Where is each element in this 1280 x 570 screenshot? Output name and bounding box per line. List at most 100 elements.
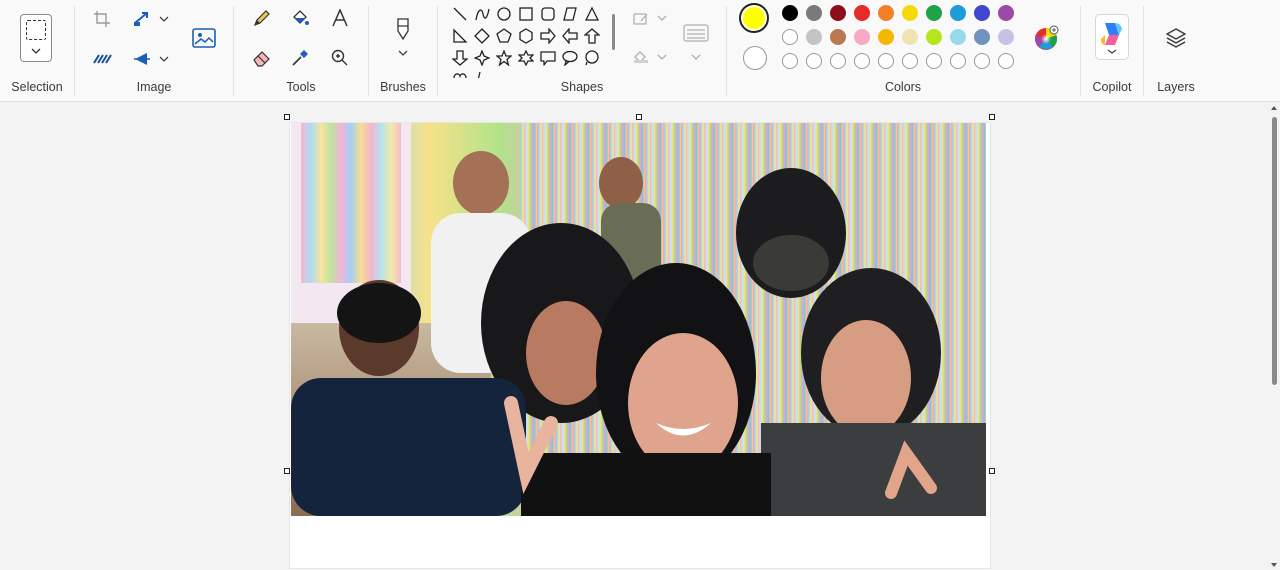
down-arrow-shape-icon[interactable] (450, 48, 470, 68)
outline-icon[interactable] (630, 10, 652, 28)
resize-handle-top-left[interactable] (284, 114, 290, 120)
shapes-gallery (446, 2, 618, 78)
resize-icon[interactable] (131, 8, 153, 30)
resize-handle-top-center[interactable] (636, 114, 642, 120)
rounded-rectangle-shape-icon[interactable] (538, 4, 558, 24)
ribbon: Selection Image Tools Brushes Shapes Col… (0, 0, 1280, 102)
right-triangle-shape-icon[interactable] (450, 26, 470, 46)
left-arrow-shape-icon[interactable] (560, 26, 580, 46)
custom-color-slot[interactable] (782, 53, 798, 69)
color-swatch[interactable] (974, 5, 990, 21)
color-swatch[interactable] (878, 29, 894, 45)
color-swatch[interactable] (830, 29, 846, 45)
chevron-down-icon[interactable] (656, 13, 668, 23)
color-swatch[interactable] (806, 5, 822, 21)
color-picker-icon[interactable] (288, 46, 312, 70)
layers-icon[interactable] (1164, 26, 1188, 50)
color-swatch[interactable] (926, 29, 942, 45)
custom-color-slot[interactable] (902, 53, 918, 69)
custom-color-slot[interactable] (806, 53, 822, 69)
rectangular-callout-shape-icon[interactable] (538, 48, 558, 68)
chevron-down-icon[interactable] (157, 12, 171, 26)
color-swatch[interactable] (854, 5, 870, 21)
chevron-down-icon[interactable] (397, 48, 409, 58)
six-point-star-shape-icon[interactable] (516, 48, 536, 68)
secondary-color-swatch[interactable] (743, 46, 767, 70)
five-point-star-shape-icon[interactable] (494, 48, 514, 68)
image-group: Image (75, 0, 233, 102)
cloud-callout-shape-icon[interactable] (582, 48, 602, 68)
lightning-shape-icon[interactable] (472, 68, 492, 78)
up-arrow-shape-icon[interactable] (582, 26, 602, 46)
color-swatch[interactable] (950, 29, 966, 45)
text-icon[interactable] (328, 6, 352, 30)
scrollbar-thumb[interactable] (1272, 117, 1277, 385)
selection-rect-icon (26, 20, 46, 40)
rectangle-shape-icon[interactable] (516, 4, 536, 24)
flip-icon[interactable] (131, 48, 153, 70)
resize-handle-middle-right[interactable] (989, 468, 995, 474)
line-shape-icon[interactable] (450, 4, 470, 24)
color-swatch[interactable] (878, 5, 894, 21)
selection-button[interactable] (20, 14, 52, 62)
triangle-shape-icon[interactable] (582, 4, 602, 24)
brush-icon[interactable] (391, 14, 415, 44)
right-arrow-shape-icon[interactable] (538, 26, 558, 46)
resize-handle-middle-left[interactable] (284, 468, 290, 474)
vertical-scrollbar[interactable] (1268, 103, 1280, 570)
color-swatch[interactable] (998, 5, 1014, 21)
image-properties-icon[interactable] (190, 24, 218, 52)
fill-icon[interactable] (630, 48, 652, 66)
color-swatch[interactable] (902, 5, 918, 21)
chevron-down-icon[interactable] (656, 52, 668, 62)
layers-group: Layers (1144, 0, 1208, 102)
diamond-shape-icon[interactable] (472, 26, 492, 46)
oval-shape-icon[interactable] (494, 4, 514, 24)
resize-handle-top-right[interactable] (989, 114, 995, 120)
color-swatch[interactable] (782, 5, 798, 21)
hexagon-shape-icon[interactable] (516, 26, 536, 46)
fill-bucket-icon[interactable] (288, 6, 312, 30)
pentagon-shape-icon[interactable] (494, 26, 514, 46)
color-swatch[interactable] (998, 29, 1014, 45)
copilot-button[interactable] (1095, 14, 1129, 60)
color-swatch[interactable] (902, 29, 918, 45)
group-selfie-photo[interactable] (291, 123, 986, 516)
chevron-down-icon[interactable] (157, 52, 171, 66)
custom-color-slot[interactable] (950, 53, 966, 69)
group-label-layers: Layers (1157, 80, 1195, 94)
scroll-down-icon[interactable] (1270, 562, 1278, 568)
oval-callout-shape-icon[interactable] (560, 48, 580, 68)
crop-icon[interactable] (91, 8, 113, 30)
four-point-star-shape-icon[interactable] (472, 48, 492, 68)
eraser-icon[interactable] (250, 46, 274, 70)
skew-icon[interactable] (91, 48, 113, 70)
polygon-shape-icon[interactable] (560, 4, 580, 24)
custom-color-slot[interactable] (854, 53, 870, 69)
color-swatch[interactable] (830, 5, 846, 21)
custom-color-slot[interactable] (926, 53, 942, 69)
magnifier-icon[interactable] (328, 46, 352, 70)
heart-shape-icon[interactable] (450, 68, 470, 78)
color-swatch[interactable] (806, 29, 822, 45)
curve-shape-icon[interactable] (472, 4, 492, 24)
color-swatch[interactable] (926, 5, 942, 21)
chevron-down-icon[interactable] (690, 52, 702, 62)
color-swatch[interactable] (974, 29, 990, 45)
color-swatch[interactable] (950, 5, 966, 21)
color-swatch[interactable] (782, 29, 798, 45)
primary-color-swatch[interactable] (739, 3, 769, 33)
custom-color-slot[interactable] (998, 53, 1014, 69)
shapes-gallery-scrollbar[interactable] (612, 14, 615, 50)
stroke-size-icon[interactable] (682, 22, 710, 44)
custom-color-slot[interactable] (830, 53, 846, 69)
edit-colors-icon[interactable] (1032, 24, 1060, 52)
group-label-brushes: Brushes (380, 80, 426, 94)
brushes-group: Brushes (369, 0, 437, 102)
canvas-area[interactable] (0, 103, 1268, 570)
scroll-up-icon[interactable] (1270, 105, 1278, 111)
color-swatch[interactable] (854, 29, 870, 45)
pencil-icon[interactable] (250, 6, 274, 30)
custom-color-slot[interactable] (974, 53, 990, 69)
custom-color-slot[interactable] (878, 53, 894, 69)
